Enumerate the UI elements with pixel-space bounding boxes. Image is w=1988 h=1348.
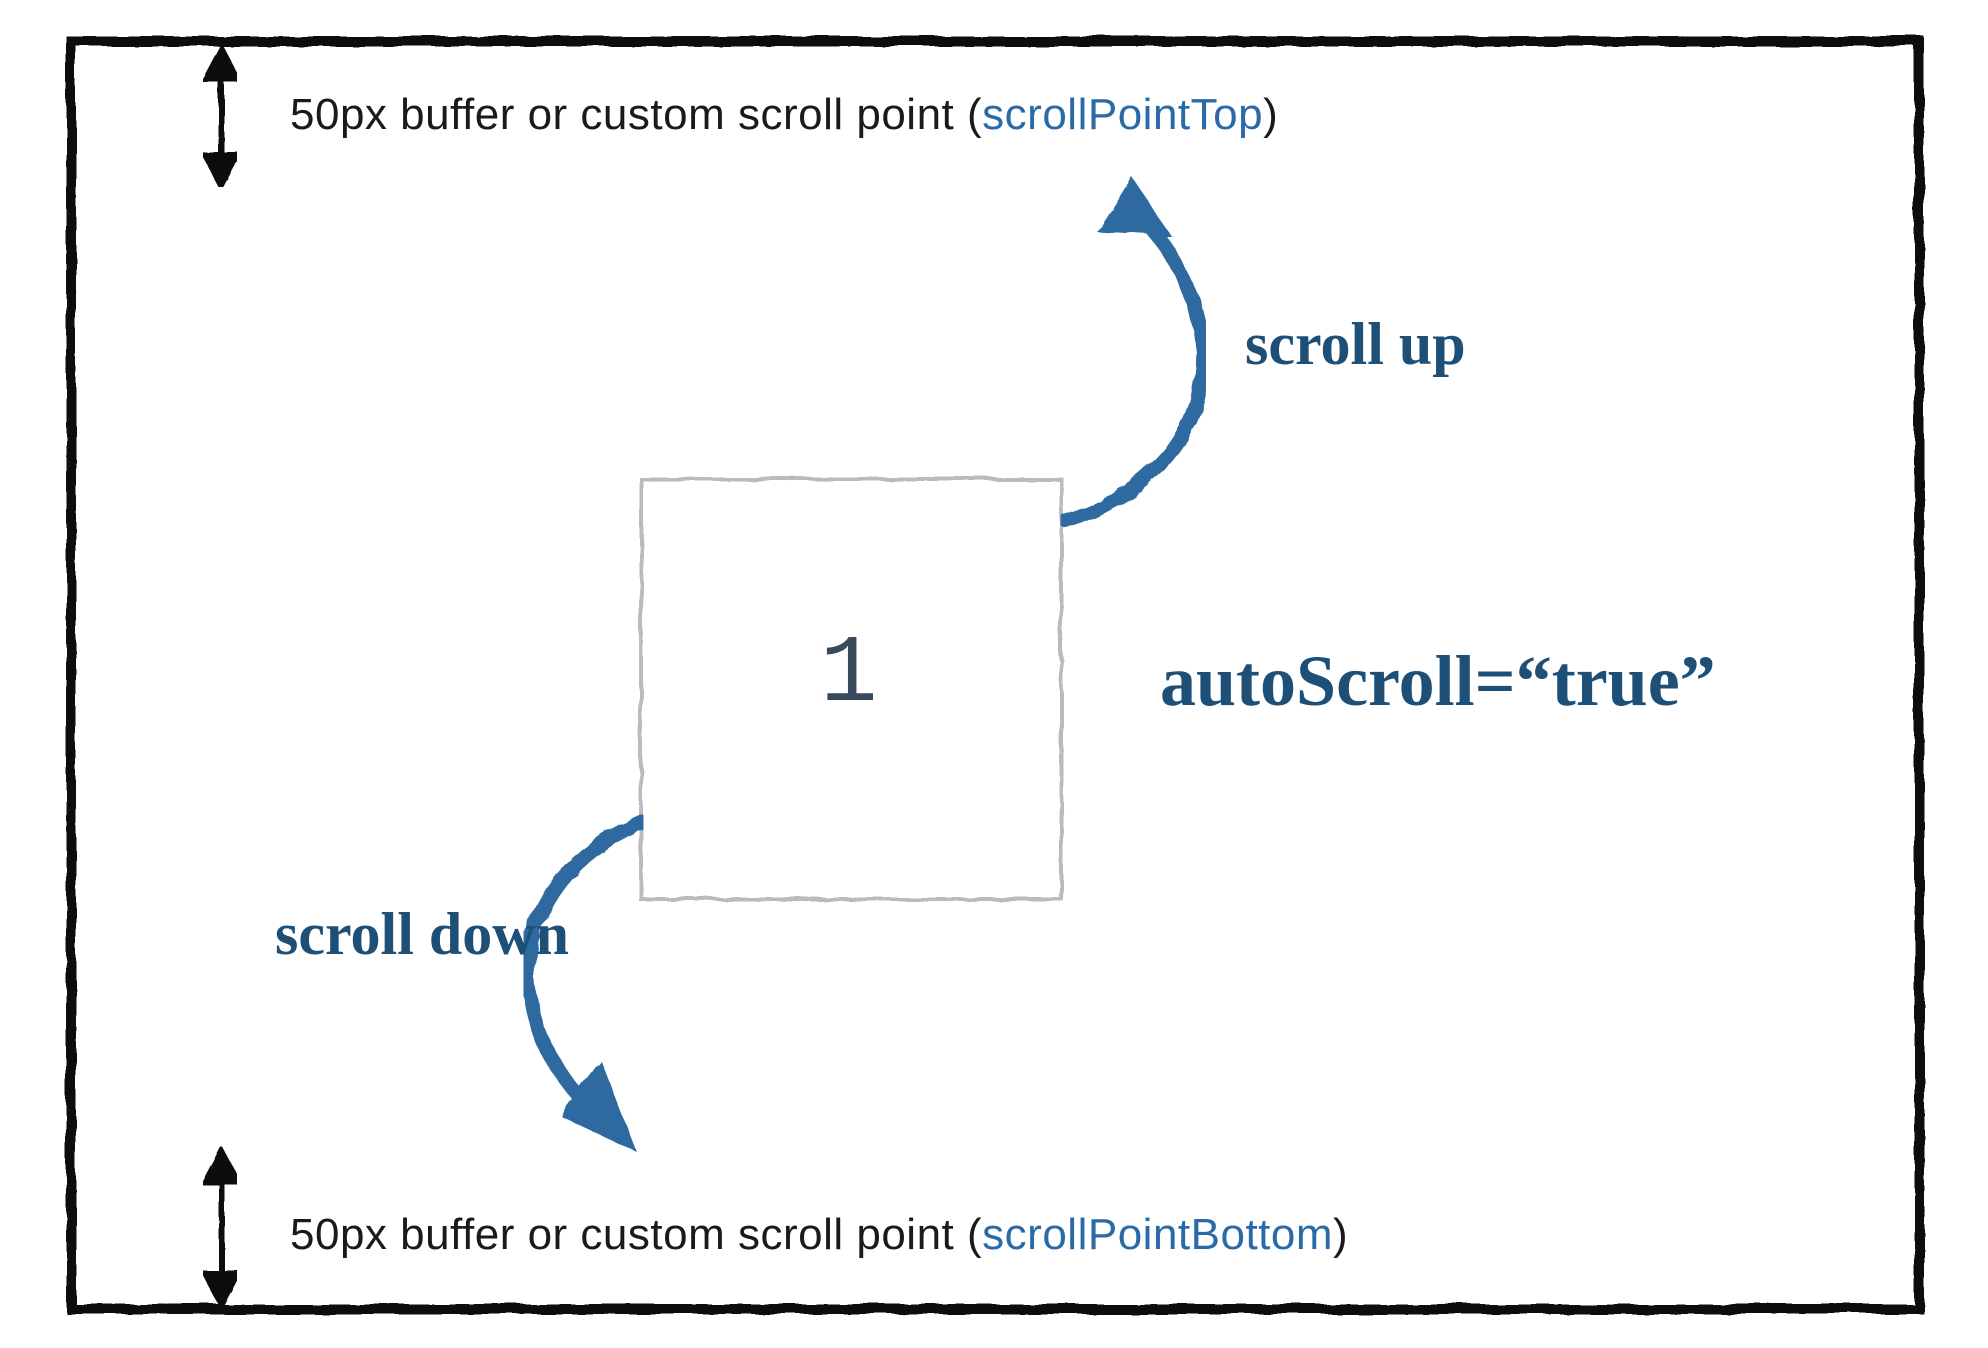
- scroll-up-label: scroll up: [1245, 310, 1466, 379]
- bottom-buffer-label: 50px buffer or custom scroll point (scro…: [290, 1210, 1348, 1260]
- autoscroll-prop-label: autoScroll=“true”: [1160, 640, 1716, 723]
- bottom-buffer-ref: scrollPointBottom: [982, 1210, 1333, 1259]
- top-buffer-text: 50px buffer or custom scroll point (: [290, 90, 982, 139]
- diagram-stage: 1 50px buffer or custom scroll point (sc…: [0, 0, 1988, 1348]
- top-buffer-ref: scrollPointTop: [982, 90, 1263, 139]
- top-buffer-close: ): [1263, 90, 1278, 139]
- bottom-buffer-close: ): [1333, 1210, 1348, 1259]
- scroll-down-label: scroll down: [275, 900, 569, 969]
- top-buffer-label: 50px buffer or custom scroll point (scro…: [290, 90, 1278, 140]
- bottom-buffer-text: 50px buffer or custom scroll point (: [290, 1210, 982, 1259]
